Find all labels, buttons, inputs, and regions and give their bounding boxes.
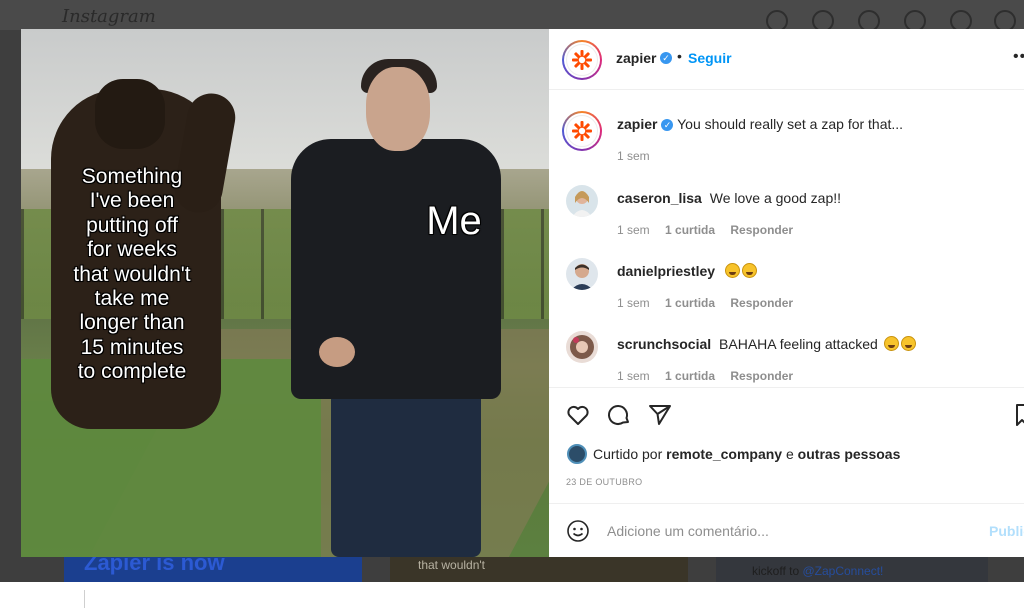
comment-body: BAHAHA feeling attacked	[719, 336, 878, 352]
post-date[interactable]: 23 DE OUTUBRO	[566, 477, 642, 487]
reply-button[interactable]: Responder	[730, 296, 793, 310]
comment-meta: 1 sem 1 curtida Responder	[617, 369, 805, 383]
bookmark-icon[interactable]	[1015, 402, 1024, 428]
meme-caption-left: Something I've been putting off for week…	[73, 165, 191, 384]
likes-prefix: Curtido por	[593, 446, 663, 462]
comments-list[interactable]: zapier ✓ You should really set a zap for …	[549, 91, 1024, 387]
avatar[interactable]	[566, 331, 598, 363]
laughing-emoji-icon	[724, 263, 740, 278]
caption-username[interactable]: zapier	[617, 116, 657, 132]
comment-icon[interactable]	[606, 402, 632, 428]
reply-button[interactable]: Responder	[730, 369, 793, 383]
background-post-text: that wouldn't	[418, 558, 486, 572]
meme-caption-right: Me	[426, 199, 482, 243]
comment-time[interactable]: 1 sem	[617, 296, 650, 310]
caption-meta: 1 sem	[617, 149, 662, 163]
divider	[84, 590, 85, 608]
rofl-emoji-icon	[883, 336, 899, 351]
laughing-emoji-icon	[741, 263, 757, 278]
image-man-hand	[319, 337, 355, 367]
avatar[interactable]	[566, 258, 598, 290]
verified-icon: ✓	[660, 52, 672, 64]
caption-text: zapier ✓ You should really set a zap for …	[617, 115, 1012, 133]
avatar[interactable]	[562, 40, 602, 80]
comment-text: scrunchsocial BAHAHA feeling attacked	[617, 335, 1012, 353]
likes-others[interactable]: outras pessoas	[798, 446, 901, 462]
background-post-text-prefix: kickoff to	[752, 564, 803, 578]
publish-button[interactable]: Publicar	[989, 523, 1024, 539]
image-man-head	[366, 67, 430, 151]
comment-text: danielpriestley	[617, 262, 1012, 280]
post-actions: Curtido por remote_company e outras pess…	[549, 387, 1024, 499]
comment-text: caseron_lisa We love a good zap!!	[617, 189, 1012, 207]
add-comment-bar: Publicar	[549, 503, 1024, 557]
more-options-icon[interactable]: •••	[1013, 48, 1024, 66]
likes-summary: Curtido por remote_company e outras pess…	[567, 444, 900, 464]
post-sidebar: zapier ✓ • Seguir •••	[549, 29, 1024, 557]
post-author-username[interactable]: zapier	[616, 50, 656, 66]
avatar[interactable]	[562, 111, 602, 151]
background-post-link: @ZapConnect!	[802, 564, 884, 578]
bottom-strip	[0, 582, 1024, 608]
verified-icon: ✓	[661, 119, 674, 132]
background-logo: Instagram	[62, 6, 156, 27]
zapier-logo-icon	[566, 44, 598, 76]
post-modal: Something I've been putting off for week…	[21, 29, 1024, 557]
share-icon[interactable]	[647, 402, 673, 428]
caption-time[interactable]: 1 sem	[617, 149, 650, 163]
comment-meta: 1 sem 1 curtida Responder	[617, 223, 805, 237]
heart-icon[interactable]	[565, 402, 591, 428]
avatar-ring	[564, 113, 600, 149]
image-bear-head	[95, 79, 165, 149]
comment-time[interactable]: 1 sem	[617, 369, 650, 383]
comment-username[interactable]: danielpriestley	[617, 263, 715, 279]
comment-username[interactable]: scrunchsocial	[617, 336, 711, 352]
likes-user[interactable]: remote_company	[666, 446, 782, 462]
comment-likes[interactable]: 1 curtida	[665, 223, 715, 237]
comment-meta: 1 sem 1 curtida Responder	[617, 296, 805, 310]
reply-button[interactable]: Responder	[730, 223, 793, 237]
background-post-text: kickoff to @ZapConnect!	[752, 564, 883, 578]
post-header: zapier ✓ • Seguir •••	[549, 29, 1024, 90]
smile-icon[interactable]	[566, 519, 590, 543]
avatar[interactable]	[566, 185, 598, 217]
header-separator: •	[677, 48, 682, 64]
comment-time[interactable]: 1 sem	[617, 223, 650, 237]
comment-likes[interactable]: 1 curtida	[665, 369, 715, 383]
comment-username[interactable]: caseron_lisa	[617, 190, 702, 206]
zapier-logo-icon	[566, 115, 598, 147]
avatar[interactable]	[567, 444, 587, 464]
likes-middle: e	[785, 446, 794, 462]
post-image[interactable]: Something I've been putting off for week…	[21, 29, 549, 557]
rofl-emoji-icon	[900, 336, 916, 351]
avatar-ring	[564, 42, 600, 78]
comment-body: We love a good zap!!	[709, 190, 842, 206]
image-man-legs	[331, 389, 481, 557]
comment-likes[interactable]: 1 curtida	[665, 296, 715, 310]
comment-input[interactable]	[607, 520, 977, 542]
follow-button[interactable]: Seguir	[688, 50, 732, 66]
caption-body: You should really set a zap for that...	[677, 116, 904, 132]
